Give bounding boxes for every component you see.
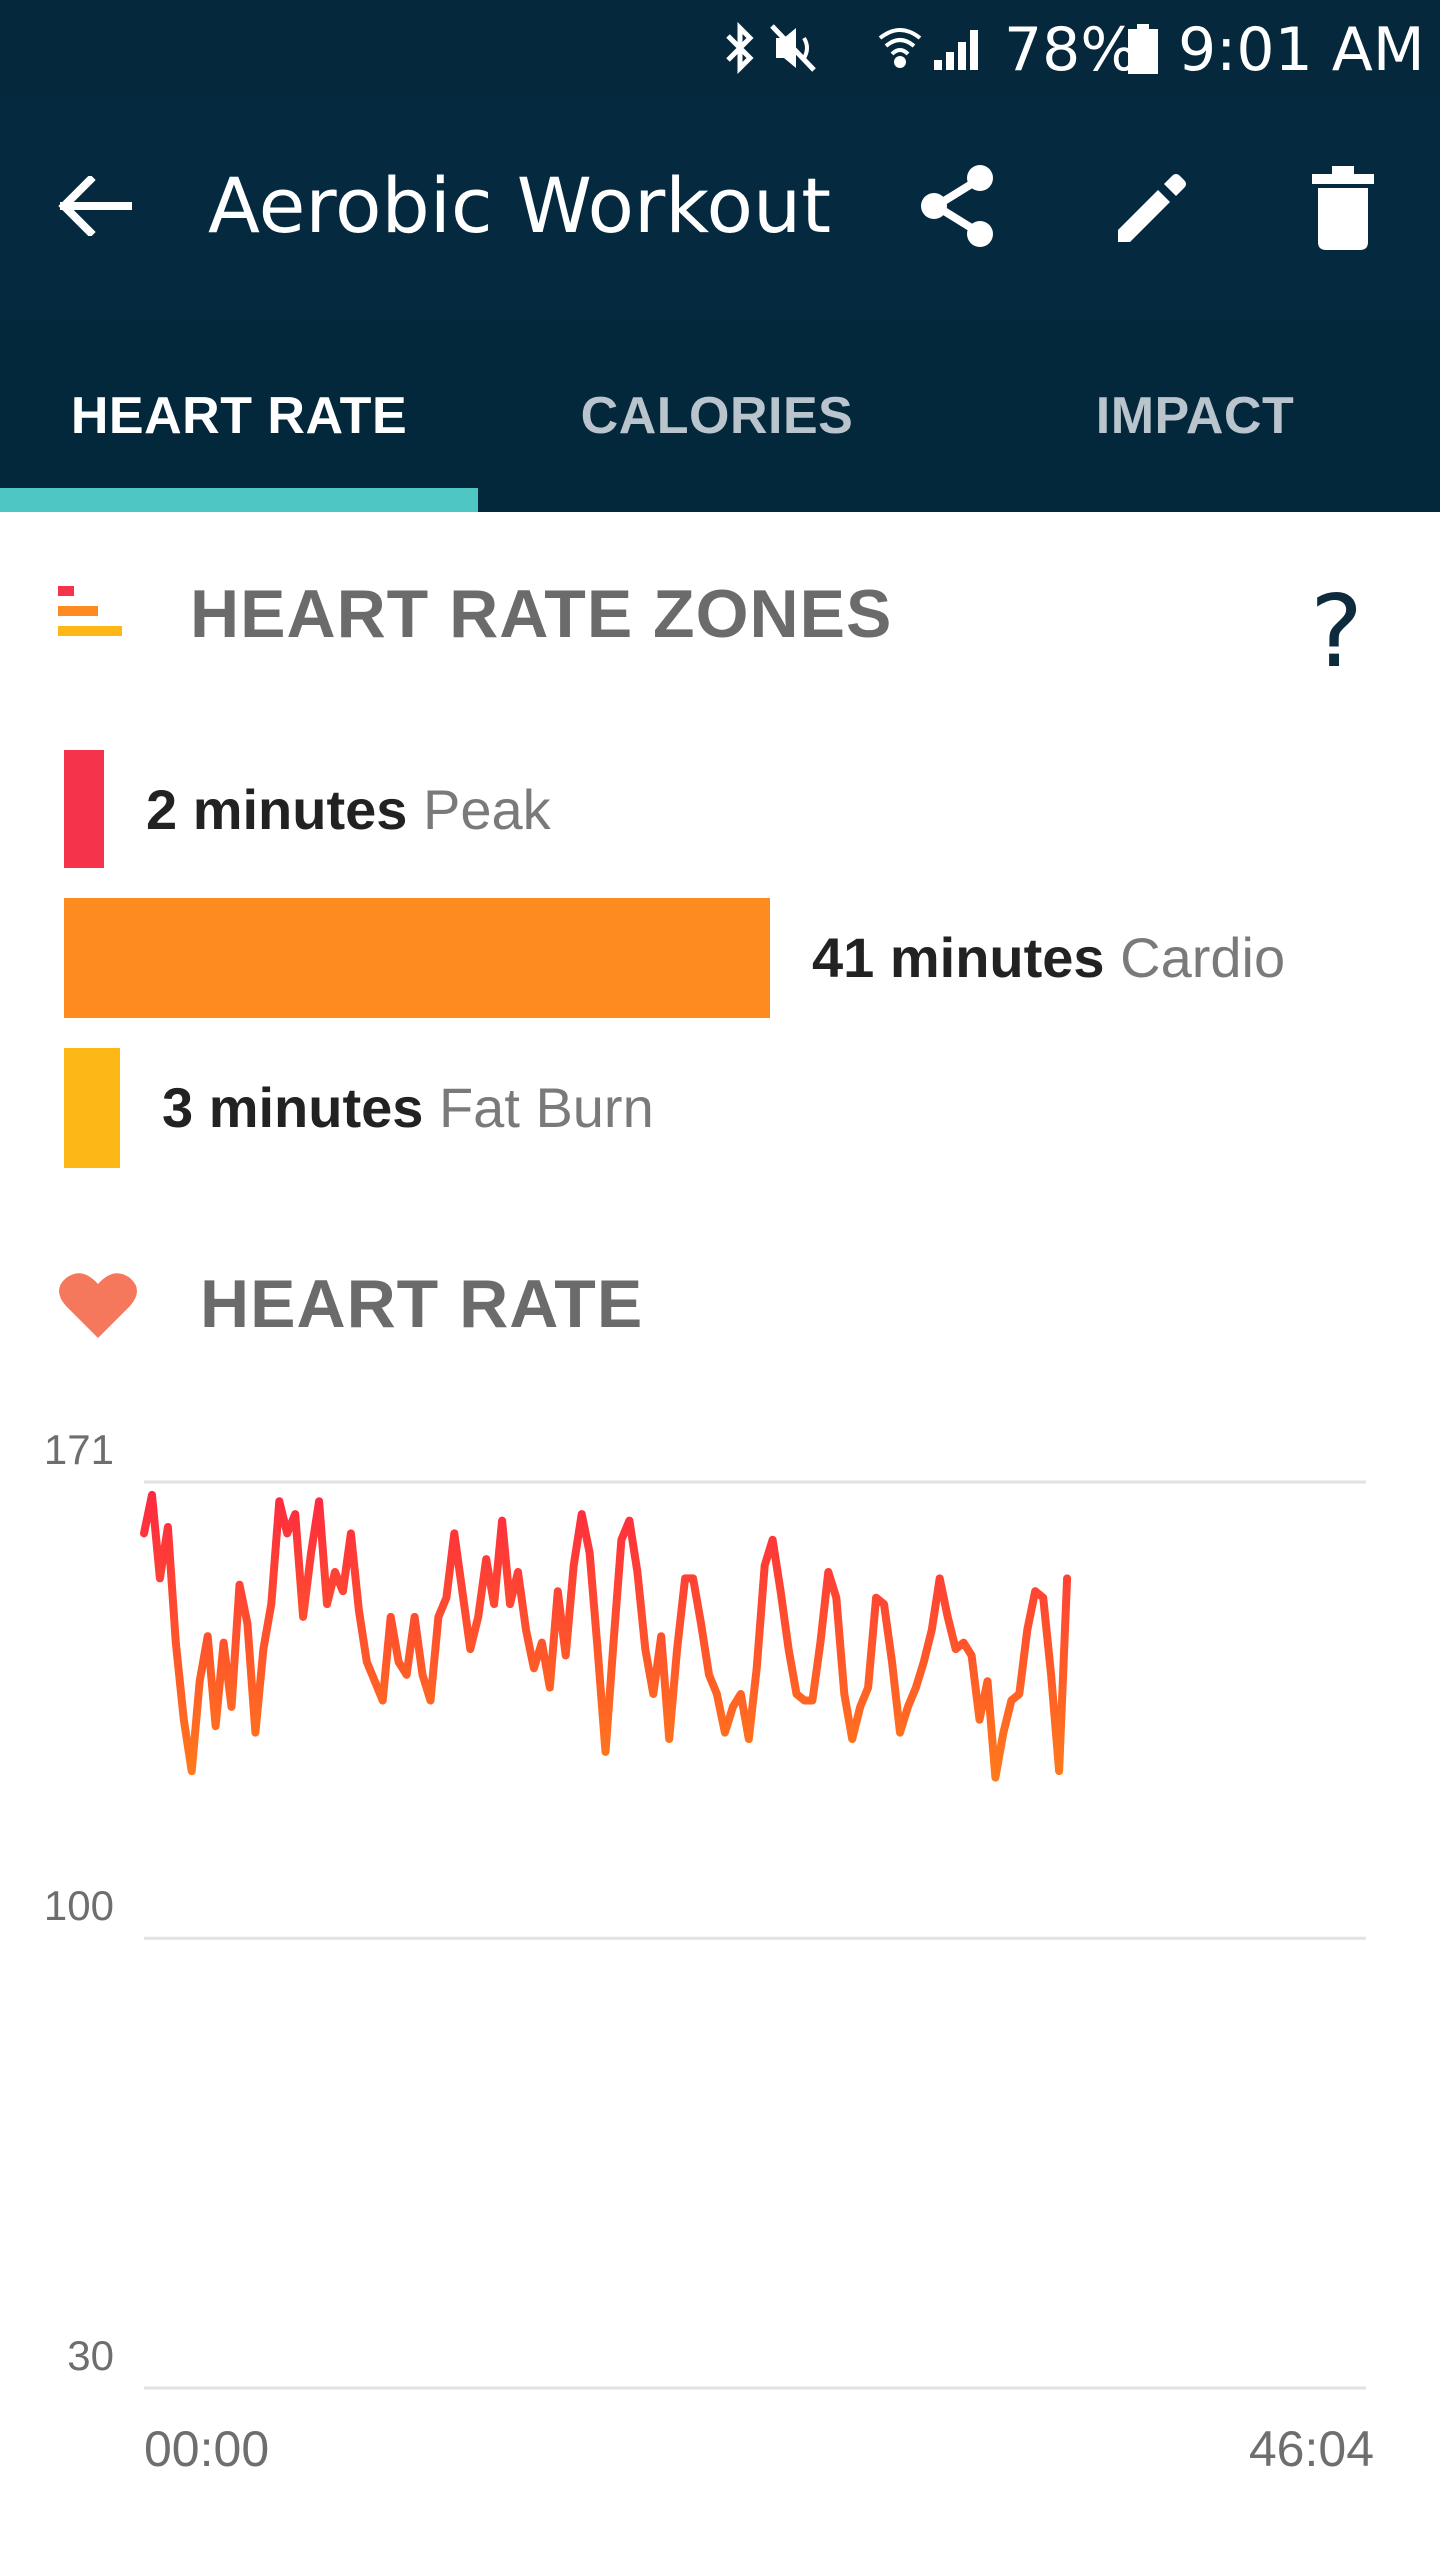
y-tick-label: 171 — [44, 1426, 114, 1473]
delete-icon[interactable] — [1312, 166, 1374, 250]
help-icon[interactable]: ? — [1310, 582, 1363, 682]
x-tick-label: 46:04 — [1249, 2421, 1374, 2477]
status-icons — [726, 21, 978, 75]
zone-name: Peak — [422, 778, 551, 841]
share-icon[interactable] — [918, 164, 998, 248]
zone-duration: 3 minutes — [162, 1076, 424, 1139]
tab-indicator — [0, 488, 478, 512]
edit-icon[interactable] — [1112, 168, 1192, 248]
zones-icon — [58, 586, 122, 636]
x-tick-label: 00:00 — [144, 2421, 269, 2477]
zone-name: Cardio — [1120, 926, 1286, 989]
zone-duration: 41 minutes — [812, 926, 1105, 989]
heart-icon — [59, 1273, 137, 1338]
y-axis-ticks: 171 100 30 — [44, 1426, 114, 2379]
tab-bar: HEART RATE CALORIES IMPACT — [0, 320, 1440, 512]
status-bar: 78% 9:01 AM — [0, 0, 1440, 96]
app-bar: Aerobic Workout — [0, 96, 1440, 320]
heart-rate-line — [140, 1490, 1072, 1782]
tab-heart-rate[interactable]: HEART RATE — [0, 320, 478, 512]
zone-bar-fat-burn — [64, 1048, 120, 1168]
y-tick-label: 100 — [44, 1882, 114, 1929]
tab-calories[interactable]: CALORIES — [478, 320, 956, 512]
back-icon[interactable] — [58, 176, 134, 236]
zones-section-title: HEART RATE ZONES — [190, 576, 893, 652]
zone-bar-cardio — [64, 898, 770, 1018]
zone-duration: 2 minutes — [146, 778, 408, 841]
y-tick-label: 30 — [67, 2332, 114, 2379]
battery-percent: 78% — [1004, 15, 1138, 85]
bluetooth-icon — [726, 21, 754, 75]
zone-label-fat-burn: 3 minutes Fat Burn — [162, 1072, 654, 1144]
wifi-icon — [878, 28, 922, 68]
page-title: Aerobic Workout — [208, 161, 831, 250]
tab-impact[interactable]: IMPACT — [956, 320, 1434, 512]
signal-icon — [934, 30, 978, 70]
zone-bar-peak — [64, 750, 104, 868]
chart-grid — [144, 1480, 1366, 2390]
zone-label-peak: 2 minutes Peak — [146, 774, 551, 846]
heart-rate-section-title: HEART RATE — [200, 1266, 644, 1342]
x-axis-ticks: 00:00 46:04 — [144, 2421, 1374, 2477]
heart-rate-chart: 171 100 30 00:00 46:04 — [44, 1426, 1374, 2477]
mute-icon — [770, 24, 816, 72]
zone-name: Fat Burn — [438, 1076, 654, 1139]
battery-icon — [1128, 24, 1158, 74]
zone-label-cardio: 41 minutes Cardio — [812, 922, 1285, 994]
clock: 9:01 AM — [1178, 15, 1425, 85]
